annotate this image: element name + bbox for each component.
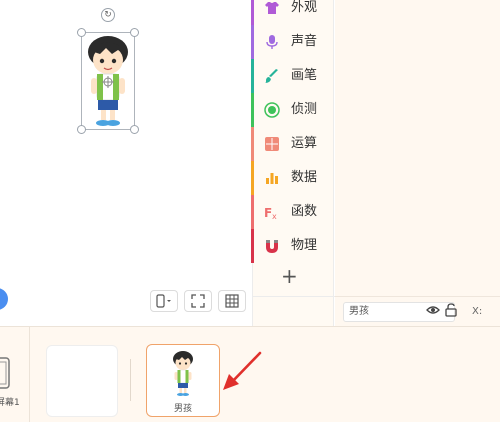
category-color-bar	[251, 161, 254, 195]
x-coordinate-label: X:	[472, 306, 483, 317]
sprite-properties-bar: 男孩 X:	[335, 296, 500, 326]
magnet-icon	[266, 240, 278, 253]
category-sound[interactable]: 声音	[251, 25, 335, 59]
sprite-card-label: 男孩	[173, 404, 192, 414]
category-pen[interactable]: 画笔	[251, 59, 335, 93]
category-color-bar	[251, 59, 254, 93]
category-label: 数据	[291, 170, 318, 185]
stage[interactable]: ↻	[0, 0, 250, 326]
category-functions[interactable]: F x 函数	[251, 195, 335, 229]
microphone-icon	[266, 35, 278, 49]
unlock-icon[interactable]	[445, 303, 457, 317]
category-physics[interactable]: 物理	[251, 229, 335, 263]
phone-orientation-icon	[156, 294, 171, 308]
annotation-arrow-icon	[223, 351, 262, 390]
block-category-palette: 外观 声音 画笔 侦测 运算 数据 F x 函数 物理 +	[251, 0, 335, 326]
category-label: 声音	[291, 34, 318, 49]
category-data[interactable]: 数据	[251, 161, 335, 195]
grid-icon	[225, 294, 239, 308]
category-color-bar	[251, 229, 254, 263]
sprite-card-boy[interactable]: 男孩	[146, 344, 220, 417]
category-color-bar	[251, 25, 254, 59]
divider	[253, 296, 335, 297]
category-label: 外观	[291, 0, 318, 15]
category-color-bar	[251, 127, 254, 161]
rotate-handle-icon[interactable]: ↻	[101, 8, 115, 22]
svg-text:x: x	[272, 212, 277, 220]
category-label: 运算	[291, 136, 318, 151]
device-orientation-button[interactable]	[150, 290, 178, 312]
boy-sprite[interactable]	[82, 34, 134, 130]
shirt-icon	[265, 2, 279, 14]
divider	[29, 327, 30, 422]
code-workspace[interactable]	[335, 0, 500, 326]
category-operators[interactable]: 运算	[251, 127, 335, 161]
category-color-bar	[251, 93, 254, 127]
category-label: 画笔	[291, 68, 318, 83]
svg-text:F: F	[264, 206, 272, 220]
category-color-bar	[251, 195, 254, 229]
category-label: 物理	[291, 238, 318, 253]
calculator-icon	[265, 137, 279, 151]
category-looks[interactable]: 外观	[251, 0, 335, 25]
function-icon: F x	[264, 206, 277, 220]
grid-toggle-button[interactable]	[218, 290, 246, 312]
empty-sprite-card[interactable]	[46, 345, 118, 417]
category-label: 侦测	[291, 102, 318, 117]
screen-label: 屏幕1	[0, 398, 20, 408]
divider	[130, 359, 131, 401]
fullscreen-button[interactable]	[184, 290, 212, 312]
boy-sprite-thumbnail	[173, 351, 193, 396]
sensor-icon	[264, 102, 280, 118]
add-extension-button[interactable]: +	[281, 266, 298, 286]
category-label: 函数	[291, 204, 318, 219]
screen-icon[interactable]	[0, 357, 12, 391]
bar-chart-icon	[266, 173, 278, 184]
eye-icon[interactable]	[426, 304, 440, 316]
green-flag-run-button[interactable]	[0, 288, 8, 310]
category-color-bar	[251, 0, 254, 25]
expand-icon	[191, 294, 205, 308]
category-sensing[interactable]: 侦测	[251, 93, 335, 127]
brush-icon	[265, 69, 278, 83]
